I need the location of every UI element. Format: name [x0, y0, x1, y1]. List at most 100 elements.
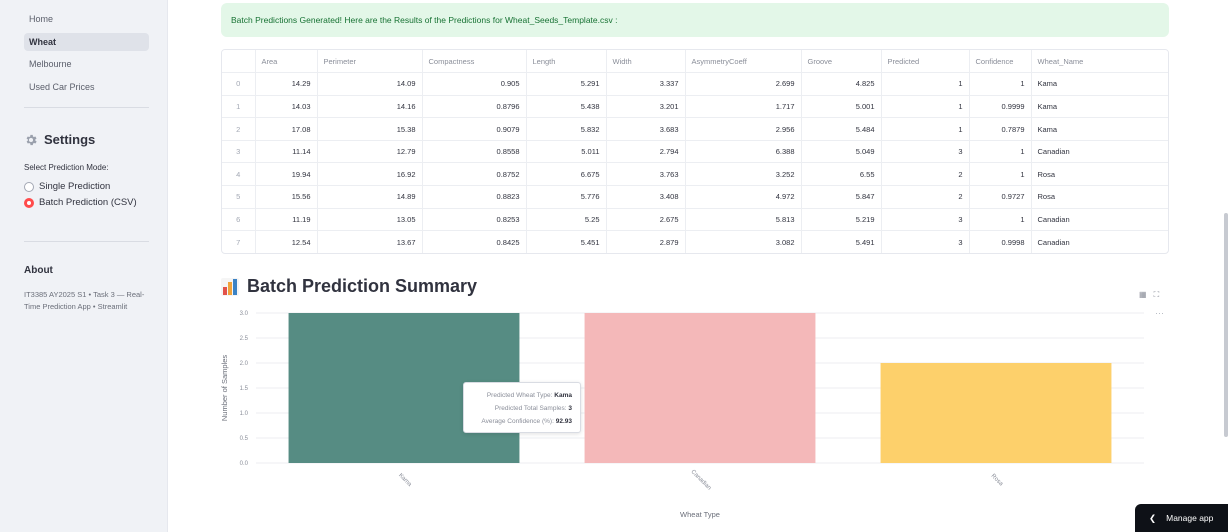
table-cell[interactable]: 0.8558 — [422, 140, 527, 164]
table-cell[interactable]: 4.972 — [685, 185, 802, 209]
column-header[interactable]: Groove — [801, 50, 882, 74]
table-cell[interactable]: 19.94 — [255, 162, 318, 187]
table-row[interactable]: 6 11.19 13.05 0.8253 5.25 2.675 5.813 5.219 3 1 Ca… — [222, 208, 1168, 232]
table-cell[interactable]: 3 — [881, 230, 970, 253]
table-cell[interactable]: 5.25 — [526, 208, 607, 232]
column-header[interactable]: Length — [526, 50, 607, 74]
summary-bar-chart[interactable]: 0.0 0.5 1.0 1.5 2.0 2.5 3.0 Kama Canadian Rosa Whe… — [200, 300, 1160, 525]
table-cell[interactable]: Canadian — [1031, 231, 1168, 253]
table-cell[interactable]: 6.675 — [526, 162, 607, 187]
table-cell[interactable]: 0.7879 — [969, 117, 1032, 141]
table-cell[interactable]: 3.683 — [606, 117, 686, 141]
table-view-icon[interactable]: ▦ — [1139, 290, 1147, 300]
table-cell[interactable]: 5.291 — [526, 72, 607, 96]
table-cell[interactable]: 14.89 — [317, 185, 423, 209]
table-row[interactable]: 5 15.56 14.89 0.8823 5.776 3.408 4.972 5.847 2 0.… — [222, 185, 1168, 209]
table-cell[interactable]: 15.56 — [255, 185, 318, 209]
table-cell[interactable]: 3 — [881, 140, 970, 164]
table-cell[interactable]: 6.55 — [801, 162, 882, 187]
table-cell[interactable]: 5.438 — [526, 95, 607, 119]
nav-item-wheat[interactable]: Wheat — [24, 32, 149, 51]
table-cell[interactable]: 14.29 — [255, 72, 318, 96]
table-cell[interactable]: 0.9079 — [422, 117, 527, 141]
table-cell[interactable]: 0.9727 — [969, 185, 1032, 209]
fullscreen-icon[interactable]: ⛶ — [1154, 290, 1160, 300]
column-header[interactable]: Area — [255, 50, 318, 74]
table-row[interactable]: 4 19.94 16.92 0.8752 6.675 3.763 3.252 6.55 2 1 Ro… — [222, 162, 1168, 187]
column-header[interactable] — [222, 50, 256, 74]
table-cell[interactable]: 16.92 — [317, 162, 423, 187]
table-cell[interactable]: Kama — [1031, 95, 1168, 119]
page-scrollbar[interactable] — [1224, 213, 1228, 437]
radio-batch-prediction[interactable]: Batch Prediction (CSV) — [24, 197, 137, 208]
table-cell[interactable]: 11.19 — [255, 208, 318, 232]
radio-single-prediction[interactable]: Single Prediction — [24, 181, 110, 192]
table-cell[interactable]: Rosa — [1031, 185, 1168, 209]
table-cell[interactable]: 1 — [881, 95, 970, 119]
table-cell[interactable]: 0.8796 — [422, 95, 527, 119]
table-cell[interactable]: 1 — [881, 117, 970, 141]
table-cell[interactable]: 5.484 — [801, 117, 882, 141]
column-header[interactable]: Wheat_Name — [1031, 50, 1168, 74]
table-cell[interactable]: 14.16 — [317, 95, 423, 119]
nav-item-melbourne[interactable]: Melbourne — [24, 55, 149, 73]
table-cell[interactable]: 14.03 — [255, 95, 318, 119]
table-cell[interactable]: 5.813 — [685, 208, 802, 232]
table-cell[interactable]: 2.794 — [606, 140, 686, 164]
table-cell[interactable]: 0.8823 — [422, 185, 527, 209]
table-cell[interactable]: 5.776 — [526, 185, 607, 209]
table-cell[interactable]: 1 — [969, 162, 1032, 187]
table-cell[interactable]: 0.9999 — [969, 95, 1032, 119]
table-cell[interactable]: 2.675 — [606, 208, 686, 232]
table-cell[interactable]: 3.201 — [606, 95, 686, 119]
column-header[interactable]: Confidence — [969, 50, 1032, 74]
table-cell[interactable]: 12.79 — [317, 140, 423, 164]
row-index[interactable]: 6 — [222, 208, 256, 232]
table-cell[interactable]: 5.847 — [801, 185, 882, 209]
table-cell[interactable]: 5.451 — [526, 230, 607, 253]
table-cell[interactable]: Kama — [1031, 72, 1168, 96]
table-row[interactable]: 1 14.03 14.16 0.8796 5.438 3.201 1.717 5.001 1 0.… — [222, 95, 1168, 119]
table-cell[interactable]: 1 — [881, 72, 970, 96]
table-cell[interactable]: 0.8752 — [422, 162, 527, 187]
column-header[interactable]: Compactness — [422, 50, 527, 74]
table-cell[interactable]: 0.8425 — [422, 230, 527, 253]
table-cell[interactable]: 3.082 — [685, 230, 802, 253]
table-cell[interactable]: 0.8253 — [422, 208, 527, 232]
table-cell[interactable]: 5.001 — [801, 95, 882, 119]
table-row[interactable]: 2 17.08 15.38 0.9079 5.832 3.683 2.956 5.484 1 0.… — [222, 117, 1168, 141]
row-index[interactable]: 5 — [222, 185, 256, 209]
table-cell[interactable]: 3.763 — [606, 162, 686, 187]
row-index[interactable]: 4 — [222, 162, 256, 187]
table-cell[interactable]: 0.905 — [422, 72, 527, 96]
row-index[interactable]: 3 — [222, 140, 256, 164]
radio-checked-icon[interactable] — [24, 197, 34, 208]
table-cell[interactable]: 0.9998 — [969, 230, 1032, 253]
column-header[interactable]: Perimeter — [317, 50, 423, 74]
table-cell[interactable]: 12.54 — [255, 230, 318, 253]
table-row[interactable]: 7 12.54 13.67 0.8425 5.451 2.879 3.082 5.491 3 0.… — [222, 230, 1168, 253]
manage-app-button[interactable]: ❮ Manage app — [1135, 504, 1228, 532]
column-header[interactable]: Width — [606, 50, 686, 74]
table-cell[interactable]: 3 — [881, 208, 970, 232]
table-cell[interactable]: 2.956 — [685, 117, 802, 141]
row-index[interactable]: 2 — [222, 117, 256, 141]
table-cell[interactable]: Canadian — [1031, 140, 1168, 164]
table-cell[interactable]: 3.408 — [606, 185, 686, 209]
table-cell[interactable]: 1 — [969, 140, 1032, 164]
row-index[interactable]: 7 — [222, 230, 256, 253]
table-cell[interactable]: Canadian — [1031, 208, 1168, 232]
table-cell[interactable]: 3.337 — [606, 72, 686, 96]
radio-unchecked-icon[interactable] — [24, 181, 34, 192]
table-cell[interactable]: 2.879 — [606, 230, 686, 253]
table-cell[interactable]: 2 — [881, 185, 970, 209]
table-cell[interactable]: 15.38 — [317, 117, 423, 141]
table-cell[interactable]: 5.832 — [526, 117, 607, 141]
bar-rosa[interactable] — [880, 363, 1112, 463]
table-cell[interactable]: 5.049 — [801, 140, 882, 164]
nav-item-home[interactable]: Home — [24, 10, 149, 28]
table-cell[interactable]: 1 — [969, 208, 1032, 232]
table-cell[interactable]: 13.67 — [317, 230, 423, 253]
column-header[interactable]: Predicted — [881, 50, 970, 74]
results-table[interactable]: Area Perimeter Compactness Length Width Asymm… — [221, 49, 1169, 254]
